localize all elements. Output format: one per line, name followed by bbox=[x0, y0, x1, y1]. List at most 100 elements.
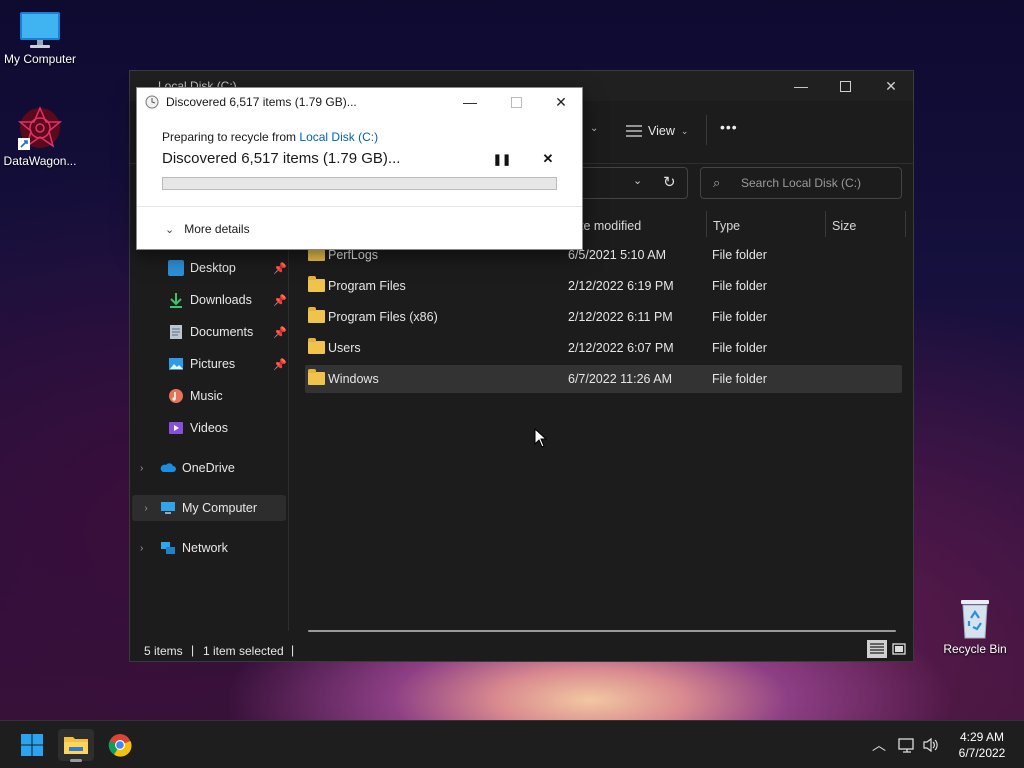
maximize-button[interactable] bbox=[822, 71, 868, 101]
expand-chevron-icon[interactable]: › bbox=[140, 543, 160, 554]
clock-date: 6/7/2022 bbox=[958, 746, 1006, 760]
file-row[interactable]: Program Files 2/12/2022 6:19 PM File fol… bbox=[305, 272, 902, 300]
more-options-button[interactable]: ••• bbox=[720, 119, 738, 143]
taskbar: ︿ 4:29 AM 6/7/2022 bbox=[0, 720, 1024, 768]
maximize-icon bbox=[839, 80, 851, 92]
minimize-button[interactable]: — bbox=[778, 71, 824, 101]
running-indicator bbox=[70, 759, 82, 762]
status-separator: | bbox=[191, 643, 195, 657]
details-view-button[interactable] bbox=[867, 640, 887, 658]
download-icon bbox=[170, 293, 182, 308]
dialog-close-button[interactable]: ✕ bbox=[538, 88, 584, 116]
column-header-type[interactable]: Type bbox=[713, 214, 740, 238]
file-date: 2/12/2022 6:11 PM bbox=[568, 310, 673, 324]
start-button[interactable] bbox=[14, 729, 50, 761]
volume-icon[interactable] bbox=[922, 737, 940, 753]
nav-label: Network bbox=[182, 541, 228, 555]
preparing-text: Preparing to recycle from Local Disk (C:… bbox=[162, 130, 378, 144]
network-status-icon[interactable] bbox=[898, 737, 916, 753]
file-row[interactable]: Program Files (x86) 2/12/2022 6:11 PM Fi… bbox=[305, 303, 902, 331]
nav-item-documents[interactable]: Documents bbox=[168, 319, 253, 345]
search-icon: ⌕ bbox=[713, 175, 721, 190]
dialog-minimize-button[interactable]: — bbox=[447, 88, 493, 116]
expand-chevron-icon[interactable]: › bbox=[140, 463, 160, 474]
expand-chevron-icon[interactable]: › bbox=[132, 503, 160, 514]
tiles-view-icon bbox=[892, 643, 906, 655]
file-date: 6/5/2021 5:10 AM bbox=[568, 248, 666, 262]
nav-item-onedrive[interactable]: › OneDrive bbox=[140, 455, 235, 481]
desktop-icon-recycle-bin[interactable]: Recycle Bin bbox=[935, 596, 1015, 656]
file-row[interactable]: Users 2/12/2022 6:07 PM File folder bbox=[305, 334, 902, 362]
address-bar[interactable]: ⌄ ↻ bbox=[570, 167, 688, 199]
more-details-label: More details bbox=[184, 222, 250, 236]
show-hidden-icons-chevron-icon[interactable]: ︿ bbox=[872, 735, 886, 755]
column-divider[interactable] bbox=[905, 211, 906, 237]
desktop-icon-label: My Computer bbox=[3, 52, 77, 66]
refresh-icon[interactable]: ↻ bbox=[663, 173, 676, 191]
progress-bar bbox=[162, 177, 557, 190]
folder-icon bbox=[308, 307, 325, 323]
address-dropdown-icon[interactable]: ⌄ bbox=[633, 174, 642, 187]
chevron-down-icon: ⌄ bbox=[680, 125, 689, 136]
file-date: 2/12/2022 6:07 PM bbox=[568, 341, 674, 355]
column-header-size[interactable]: Size bbox=[832, 214, 856, 238]
file-type: File folder bbox=[712, 372, 767, 386]
recycle-progress-dialog: Discovered 6,517 items (1.79 GB)... — ✕ … bbox=[136, 87, 583, 250]
status-bar: 5 items | 1 item selected | bbox=[130, 636, 913, 662]
source-link[interactable]: Local Disk (C:) bbox=[299, 130, 378, 144]
pause-button[interactable]: ❚❚ bbox=[492, 151, 512, 167]
mouse-cursor-icon bbox=[534, 428, 548, 448]
cancel-icon: ✕ bbox=[542, 151, 554, 166]
onedrive-cloud-icon bbox=[160, 463, 176, 472]
more-details-toggle[interactable]: ⌄ More details bbox=[165, 222, 250, 236]
file-name: PerfLogs bbox=[328, 248, 379, 262]
dialog-divider bbox=[137, 206, 582, 207]
sort-dropdown-chevron-icon[interactable]: ⌄ bbox=[590, 123, 598, 134]
navigation-pane: Desktop 📌 Downloads 📌 Documents 📌 Pictur… bbox=[130, 211, 289, 631]
taskbar-chrome[interactable] bbox=[102, 729, 138, 761]
nav-item-videos[interactable]: Videos bbox=[168, 415, 228, 441]
nav-item-my-computer[interactable]: › My Computer bbox=[132, 495, 286, 521]
folder-icon bbox=[308, 338, 325, 354]
nav-item-music[interactable]: Music bbox=[168, 383, 223, 409]
nav-item-network[interactable]: › Network bbox=[140, 535, 228, 561]
file-date: 6/7/2022 11:26 AM bbox=[568, 372, 673, 386]
clock[interactable]: 4:29 AM 6/7/2022 bbox=[948, 729, 1016, 761]
view-lines-icon bbox=[626, 125, 642, 137]
clock-icon bbox=[145, 95, 159, 109]
nav-label: Downloads bbox=[190, 293, 252, 307]
nav-label: Desktop bbox=[190, 261, 236, 275]
file-name: Users bbox=[328, 341, 361, 355]
tiles-view-button[interactable] bbox=[890, 640, 908, 658]
pin-icon: 📌 bbox=[273, 327, 287, 339]
recycle-bin-icon bbox=[961, 600, 989, 639]
nav-label: Pictures bbox=[190, 357, 236, 371]
nav-item-downloads[interactable]: Downloads bbox=[168, 287, 252, 313]
desktop-icon-my-computer[interactable]: My Computer bbox=[0, 10, 80, 66]
file-type: File folder bbox=[712, 248, 767, 262]
pin-icon: 📌 bbox=[273, 263, 287, 275]
column-header-date[interactable]: te modified bbox=[580, 214, 641, 238]
taskbar-file-explorer[interactable] bbox=[58, 729, 94, 762]
column-divider[interactable] bbox=[825, 211, 826, 237]
desktop-icon-datawagon[interactable]: DataWagon... bbox=[0, 104, 80, 168]
item-count: 5 items bbox=[144, 644, 183, 658]
preparing-prefix: Preparing to recycle from bbox=[162, 130, 300, 144]
column-divider[interactable] bbox=[706, 211, 707, 237]
pause-icon: ❚❚ bbox=[492, 153, 512, 166]
cancel-operation-button[interactable]: ✕ bbox=[540, 151, 556, 167]
view-label: View bbox=[648, 124, 675, 138]
close-button[interactable]: ✕ bbox=[868, 71, 914, 101]
file-name: Program Files (x86) bbox=[328, 310, 438, 324]
horizontal-scrollbar[interactable] bbox=[308, 630, 896, 632]
nav-item-desktop[interactable]: Desktop bbox=[168, 255, 236, 281]
search-box[interactable]: ⌕ Search Local Disk (C:) bbox=[700, 167, 902, 199]
file-row-selected[interactable]: Windows 6/7/2022 11:26 AM File folder bbox=[305, 365, 902, 393]
music-icon bbox=[169, 389, 183, 403]
desktop-icon-label: DataWagon... bbox=[3, 154, 77, 168]
nav-label: My Computer bbox=[182, 501, 258, 515]
view-button[interactable]: View ⌄ bbox=[626, 119, 688, 143]
nav-label: OneDrive bbox=[182, 461, 235, 475]
nav-item-pictures[interactable]: Pictures bbox=[168, 351, 235, 377]
nav-label: Documents bbox=[190, 325, 254, 339]
